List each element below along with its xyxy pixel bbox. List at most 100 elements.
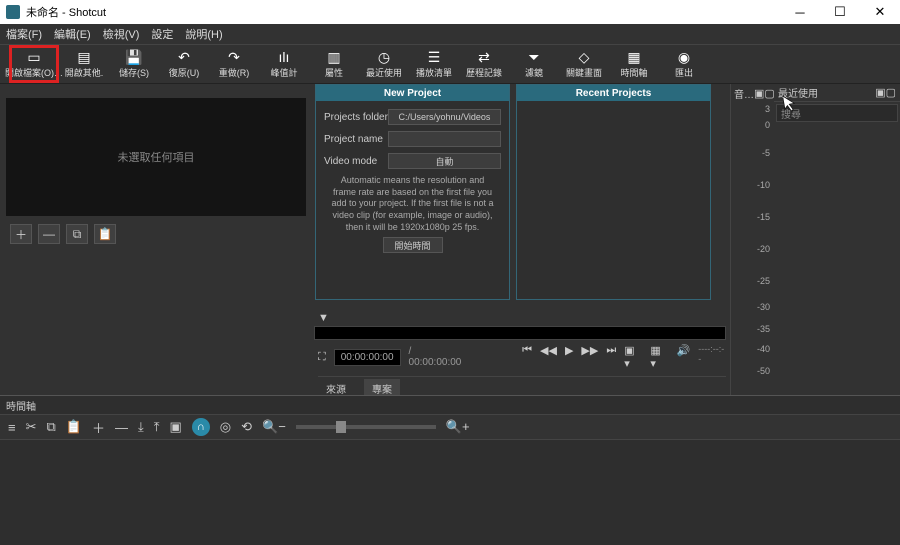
zoom-out-icon[interactable]: 🔍− <box>262 419 286 435</box>
scale-tick: -50 <box>757 366 770 376</box>
filters-icon: ⏷ <box>528 50 539 64</box>
peak-meter-button[interactable]: ılı 峰值計 <box>260 46 308 82</box>
scale-tick: -40 <box>757 344 770 354</box>
skip-start-icon[interactable]: ⏮ <box>522 344 532 370</box>
remove-button[interactable]: — <box>38 224 60 244</box>
panel-close-icon[interactable]: ▣▢ <box>875 86 896 99</box>
peak-meter-icon: ılı <box>279 50 290 64</box>
open-other-icon: ▤ <box>77 50 90 64</box>
project-name-input[interactable] <box>388 131 501 147</box>
append-icon[interactable]: ＋ <box>92 418 105 437</box>
rewind-icon[interactable]: ◀◀ <box>540 344 557 370</box>
new-project-panel: New Project Projects folder C:/Users/yoh… <box>315 84 510 300</box>
save-icon: 💾 <box>125 50 142 64</box>
properties-icon: ▥ <box>327 50 340 64</box>
timeline-button[interactable]: ▦ 時間軸 <box>610 46 658 82</box>
export-icon: ◉ <box>678 50 690 64</box>
maximize-button[interactable]: ☐ <box>820 0 860 24</box>
new-project-form: Projects folder C:/Users/yohnu/Videos Pr… <box>316 101 509 261</box>
audio-meter-panel: 音…▣▢ 3 0 -5 -10 -15 -20 -25 -30 -35 -40 … <box>731 84 774 395</box>
scale-tick: -5 <box>762 148 770 158</box>
paste-icon[interactable]: 📋 <box>66 419 82 435</box>
save-button[interactable]: 💾 儲存(S) <box>110 46 158 82</box>
copy-icon[interactable]: ⧉ <box>47 419 56 435</box>
lift-icon[interactable]: ⤓ <box>138 419 144 435</box>
menubar: 檔案(F) 編輯(E) 檢視(V) 設定 說明(H) <box>0 24 900 44</box>
menu-file[interactable]: 檔案(F) <box>6 26 42 42</box>
open-file-icon: ▭ <box>27 50 40 64</box>
skip-end-icon[interactable]: ⏭ <box>606 344 616 370</box>
play-icon[interactable]: ▶ <box>565 344 573 370</box>
snap-icon[interactable]: ∩ <box>192 418 210 436</box>
menu-edit[interactable]: 編輯(E) <box>54 26 91 42</box>
close-button[interactable]: ✕ <box>860 0 900 24</box>
menu-settings[interactable]: 設定 <box>151 26 173 42</box>
volume-icon[interactable]: 🔊 <box>677 344 691 370</box>
recent-button[interactable]: ◷ 最近使用 <box>360 46 408 82</box>
timeline-menu-icon[interactable]: ≡ <box>8 420 16 435</box>
zoom-slider-thumb[interactable] <box>336 421 346 433</box>
preview-empty-text: 未選取任何項目 <box>118 149 195 165</box>
scale-tick: -20 <box>757 244 770 254</box>
main-toolbar: ▭ 開啟檔案(O)… ▤ 開啟其他. 💾 儲存(S) ↶ 復原(U) ↷ 重做(… <box>0 44 900 84</box>
mute-icon[interactable]: ----:--:-- <box>698 344 726 370</box>
video-mode-label: Video mode <box>324 156 388 167</box>
scrub-icon[interactable]: ◎ <box>220 419 231 435</box>
scrub-bar[interactable] <box>314 326 726 340</box>
grid-icon[interactable]: ▦ ▾ <box>650 344 668 370</box>
menu-help[interactable]: 說明(H) <box>185 26 222 42</box>
playlist-button[interactable]: ☰ 播放清單 <box>410 46 458 82</box>
keyframes-label: 關鍵畫面 <box>566 66 602 79</box>
peak-meter-label: 峰值計 <box>270 66 297 79</box>
filters-button[interactable]: ⏷ 濾鏡 <box>510 46 558 82</box>
video-mode-select[interactable]: 自動 <box>388 153 501 169</box>
copy-button[interactable]: ⧉ <box>66 224 88 244</box>
open-other-button[interactable]: ▤ 開啟其他. <box>60 46 108 82</box>
history-button[interactable]: ⇄ 歷程記錄 <box>460 46 508 82</box>
properties-button[interactable]: ▥ 屬性 <box>310 46 358 82</box>
zoom-in-icon[interactable]: 🔍+ <box>446 419 470 435</box>
recent-projects-title: Recent Projects <box>517 85 710 101</box>
properties-label: 屬性 <box>325 66 343 79</box>
zoom-fit-icon[interactable]: ▣ ▾ <box>624 344 642 370</box>
cut-icon[interactable]: ✂ <box>26 419 37 435</box>
ripple-icon[interactable]: ⟲ <box>241 419 252 435</box>
export-button[interactable]: ◉ 匯出 <box>660 46 708 82</box>
playlist-icon: ☰ <box>428 50 441 64</box>
overwrite-icon[interactable]: ⤒ <box>154 419 160 435</box>
preview-box: 未選取任何項目 <box>6 98 306 216</box>
recent-icon: ◷ <box>378 50 390 64</box>
new-project-title: New Project <box>316 85 509 101</box>
undo-label: 復原(U) <box>169 66 200 79</box>
minimize-button[interactable]: ─ <box>780 0 820 24</box>
zoom-slider[interactable] <box>296 425 436 429</box>
redo-button[interactable]: ↷ 重做(R) <box>210 46 258 82</box>
projects-folder-button[interactable]: C:/Users/yohnu/Videos <box>388 109 501 125</box>
open-file-button[interactable]: ▭ 開啟檔案(O)… <box>10 46 58 82</box>
center-panel: New Project Projects folder C:/Users/yoh… <box>310 84 730 395</box>
window-title: 未命名 - Shotcut <box>26 4 106 20</box>
menu-view[interactable]: 檢視(V) <box>103 26 140 42</box>
fullscreen-icon[interactable]: ⛶ <box>318 351 326 364</box>
undo-button[interactable]: ↶ 復原(U) <box>160 46 208 82</box>
keyframes-button[interactable]: ◇ 關鍵畫面 <box>560 46 608 82</box>
open-file-label: 開啟檔案(O)… <box>5 66 63 79</box>
start-button[interactable]: 開始時間 <box>383 237 443 253</box>
remove-icon[interactable]: — <box>115 420 128 435</box>
filters-label: 濾鏡 <box>525 66 543 79</box>
scale-tick: -30 <box>757 302 770 312</box>
mouse-cursor-icon <box>782 93 799 113</box>
timecode-current[interactable]: 00:00:00:00 <box>334 349 401 366</box>
timeline-panel: 時間軸 ≡ ✂ ⧉ 📋 ＋ — ⤓ ⤒ ▣ ∩ ◎ ⟲ 🔍− 🔍+ <box>0 395 900 545</box>
recent-label: 最近使用 <box>366 66 402 79</box>
fastforward-icon[interactable]: ▶▶ <box>581 344 598 370</box>
paste-button[interactable]: 📋 <box>94 224 116 244</box>
recent-projects-panel: Recent Projects <box>516 84 711 300</box>
open-other-label: 開啟其他. <box>65 66 104 79</box>
transport-panel: ▼ ⛶ 00:00:00:00 / 00:00:00:00 ⏮ ◀◀ ▶ ▶▶ … <box>314 312 726 398</box>
timecode-duration: / 00:00:00:00 <box>409 346 467 368</box>
panel-close-icon[interactable]: ▣▢ <box>754 87 775 100</box>
split-icon[interactable]: ▣ <box>170 419 182 435</box>
add-button[interactable]: ＋ <box>10 224 32 244</box>
scale-tick: -15 <box>757 212 770 222</box>
